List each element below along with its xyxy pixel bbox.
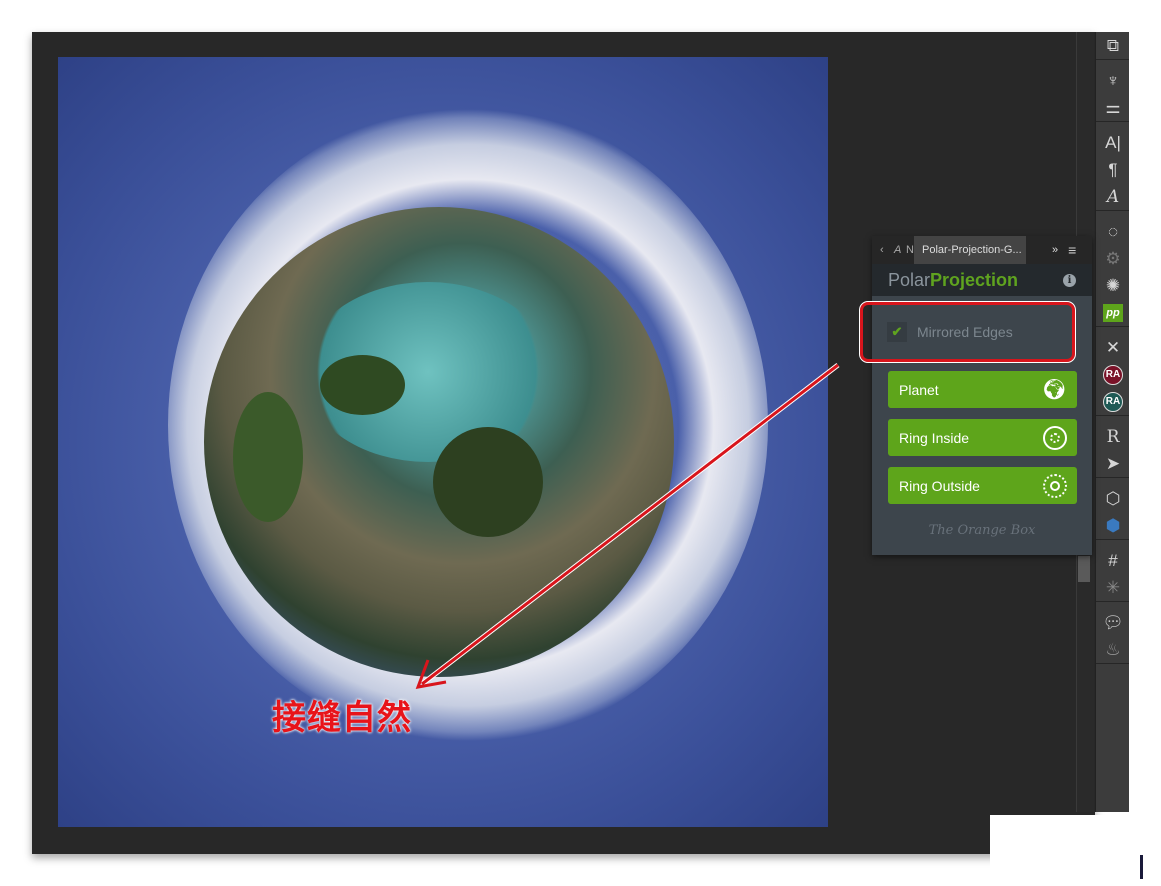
- pp-icon[interactable]: pp: [1096, 299, 1130, 326]
- mirrored-edges-checkbox[interactable]: ✔ Mirrored Edges: [859, 301, 1076, 363]
- panel-tab-bar: ‹ A N Polar-Projection-G... » ≡: [872, 236, 1092, 264]
- expand-panels-button[interactable]: »: [1052, 244, 1058, 256]
- polar-projection-panel: ‹ A N Polar-Projection-G... » ≡ PolarPro…: [859, 236, 1092, 555]
- panel-dock-toolbar: ⧉ ♆ ⚌ A| ¶ A ◌ ⚙ ✺ pp ✕ RA RA R ➤ ⬡ ⬢ # …: [1095, 32, 1129, 812]
- panel-header: PolarProjection i: [872, 264, 1092, 296]
- panel-menu-button[interactable]: ≡: [1068, 242, 1076, 258]
- paragraph-icon[interactable]: ¶: [1096, 156, 1130, 183]
- aperture-icon[interactable]: ✺: [1096, 272, 1130, 299]
- character-icon[interactable]: A|: [1096, 129, 1130, 156]
- blank-overlay: [990, 815, 1143, 886]
- brushes-icon[interactable]: ♆: [1096, 67, 1130, 94]
- ring-outside-button[interactable]: Ring Outside: [888, 467, 1077, 504]
- ring-inside-label: Ring Inside: [899, 429, 970, 446]
- fire-icon[interactable]: ♨: [1096, 636, 1130, 663]
- comment-icon[interactable]: 💬︎: [1096, 609, 1130, 636]
- planet-label: Planet: [899, 381, 939, 398]
- ring-outside-label: Ring Outside: [899, 477, 980, 494]
- info-icon[interactable]: i: [1063, 273, 1076, 287]
- panel-title: PolarProjection: [888, 269, 1019, 290]
- ring-outside-icon: [1043, 473, 1067, 498]
- cube-icon[interactable]: ⬡: [1096, 485, 1130, 512]
- annotation-text: 接缝自然: [272, 699, 412, 737]
- ring-inside-icon: [1043, 425, 1067, 450]
- grid-icon[interactable]: #: [1096, 547, 1130, 574]
- tab-polar-projection[interactable]: Polar-Projection-G...: [914, 236, 1026, 264]
- planet-button[interactable]: Planet 🌍︎: [888, 371, 1077, 408]
- check-icon[interactable]: ✔: [887, 322, 907, 342]
- plugin-icon[interactable]: ⚙: [1096, 245, 1130, 272]
- island: [320, 355, 405, 415]
- ra-red-icon[interactable]: RA: [1096, 361, 1130, 388]
- tools-icon[interactable]: ✕: [1096, 334, 1130, 361]
- mirrored-edges-label: Mirrored Edges: [917, 324, 1013, 340]
- collapsed-tab[interactable]: A: [894, 244, 901, 256]
- sparkle-icon[interactable]: ✳: [1096, 574, 1130, 601]
- collapsed-tab[interactable]: ‹: [880, 244, 884, 256]
- cube-3d-icon[interactable]: ⬢: [1096, 512, 1130, 539]
- scrollbar-thumb[interactable]: [1078, 556, 1090, 582]
- bird-icon[interactable]: ➤: [1096, 450, 1130, 477]
- rpro-icon[interactable]: R: [1096, 423, 1130, 450]
- ra-teal-icon[interactable]: RA: [1096, 388, 1130, 415]
- orange-box-logo: The Orange Box: [928, 523, 1036, 538]
- planet-icon: 🌍︎: [1041, 379, 1067, 401]
- collapsed-tab[interactable]: N: [906, 244, 914, 256]
- hill: [233, 392, 303, 522]
- image-canvas[interactable]: [58, 57, 828, 827]
- adjust-icon[interactable]: ⚌: [1096, 94, 1130, 121]
- arrange-icon[interactable]: ⧉: [1096, 32, 1130, 59]
- trees: [433, 427, 543, 537]
- ring-inside-button[interactable]: Ring Inside: [888, 419, 1077, 456]
- glyphs-icon[interactable]: A: [1096, 183, 1130, 210]
- history-icon[interactable]: ◌: [1096, 218, 1130, 245]
